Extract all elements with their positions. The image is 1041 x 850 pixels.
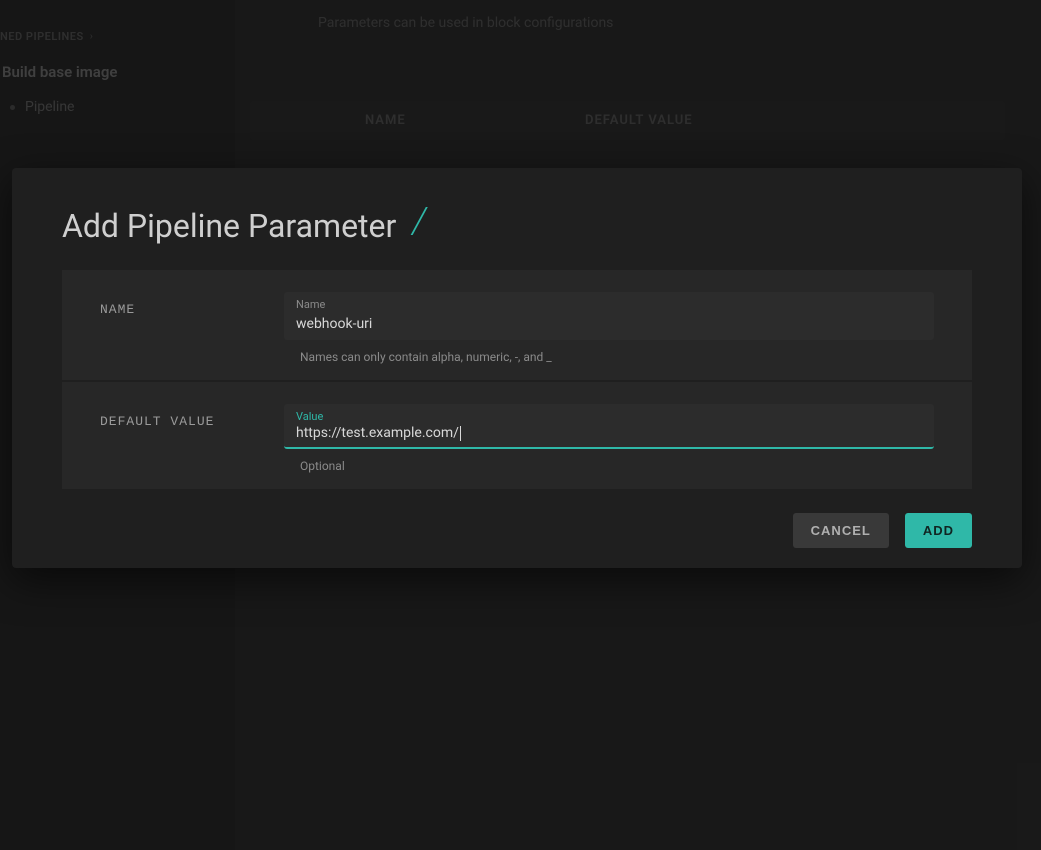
default-value-input-wrap[interactable]: Value https://test.example.com/ (284, 404, 934, 449)
name-label: NAME (100, 292, 284, 317)
default-value-input[interactable]: https://test.example.com/ (296, 425, 922, 441)
default-value-text: https://test.example.com/ (296, 425, 459, 441)
default-value-label: DEFAULT VALUE (100, 404, 284, 429)
modal-actions: CANCEL ADD (12, 489, 1022, 548)
text-caret (460, 426, 461, 441)
name-helper-text: Names can only contain alpha, numeric, -… (284, 340, 934, 370)
form-row-default-value: DEFAULT VALUE Value https://test.example… (62, 382, 972, 489)
name-float-label: Name (296, 298, 922, 311)
modal-title: Add Pipeline Parameter (62, 207, 396, 245)
default-value-float-label: Value (296, 410, 922, 423)
modal-title-row: Add Pipeline Parameter / (12, 204, 1022, 270)
default-value-field-container: Value https://test.example.com/ Optional (284, 404, 934, 479)
default-value-helper-text: Optional (284, 449, 934, 479)
name-input-wrap[interactable]: Name (284, 292, 934, 340)
add-button[interactable]: ADD (905, 513, 972, 548)
cancel-button[interactable]: CANCEL (793, 513, 889, 548)
name-input[interactable] (296, 316, 922, 332)
add-parameter-modal: Add Pipeline Parameter / NAME Name Names… (12, 168, 1022, 568)
form-row-name: NAME Name Names can only contain alpha, … (62, 270, 972, 380)
slash-icon: / (412, 200, 426, 242)
name-field-container: Name Names can only contain alpha, numer… (284, 292, 934, 370)
